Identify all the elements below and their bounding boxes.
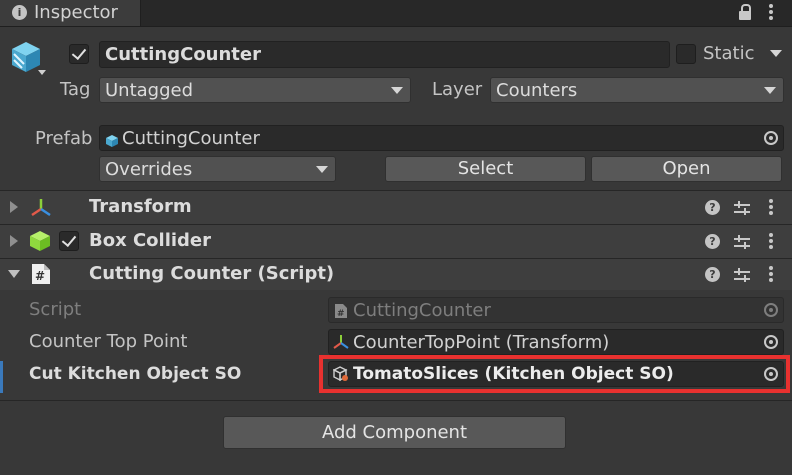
script-field-label: Script xyxy=(29,299,82,320)
script-icon: # xyxy=(31,263,51,285)
active-checkbox[interactable] xyxy=(69,44,89,64)
svg-text:#: # xyxy=(337,309,345,319)
tag-label: Tag xyxy=(60,79,91,100)
tab-menu-icon[interactable] xyxy=(769,3,773,21)
transform-icon xyxy=(333,334,349,350)
prefab-asset-icon xyxy=(105,132,119,147)
cut-kitchen-object-so-field[interactable]: TomatoSlices (Kitchen Object SO) xyxy=(328,361,784,387)
box-collider-icon xyxy=(29,230,51,252)
prefab-open-button[interactable]: Open xyxy=(591,156,782,182)
overrides-dropdown[interactable]: Overrides xyxy=(99,156,336,182)
box-collider-enabled-checkbox[interactable] xyxy=(59,231,79,251)
prefab-label: Prefab xyxy=(35,128,93,149)
fold-arrow-icon[interactable] xyxy=(10,235,18,247)
info-icon: i xyxy=(12,5,27,20)
static-label: Static xyxy=(703,43,755,64)
svg-text:#: # xyxy=(35,269,45,283)
overrides-label: Overrides xyxy=(105,159,193,180)
script-asset-icon: # xyxy=(334,303,348,319)
object-picker-icon xyxy=(764,303,778,317)
component-header-cutting-counter[interactable]: # Cutting Counter (Script) ? xyxy=(0,259,792,290)
lock-icon[interactable] xyxy=(738,4,752,20)
component-menu-icon[interactable] xyxy=(769,232,773,250)
gameobject-icon[interactable] xyxy=(10,40,46,76)
prefab-select-button[interactable]: Select xyxy=(385,156,586,182)
layer-dropdown[interactable]: Counters xyxy=(490,77,784,103)
tab-title: Inspector xyxy=(34,2,118,23)
tag-value: Untagged xyxy=(105,80,194,101)
layer-value: Counters xyxy=(496,80,578,101)
object-picker-icon[interactable] xyxy=(764,367,778,381)
component-header-box-collider[interactable]: Box Collider ? xyxy=(0,225,792,258)
script-field: # CuttingCounter xyxy=(328,297,784,323)
chevron-down-icon xyxy=(391,87,403,94)
prefab-value: CuttingCounter xyxy=(122,128,260,149)
counter-top-point-value: CounterTopPoint (Transform) xyxy=(353,332,610,353)
counter-top-point-field[interactable]: CounterTopPoint (Transform) xyxy=(328,329,784,355)
fold-arrow-icon[interactable] xyxy=(10,201,18,213)
tag-dropdown[interactable]: Untagged xyxy=(99,77,411,103)
component-title: Cutting Counter (Script) xyxy=(89,263,335,284)
inspector-tab[interactable]: i Inspector xyxy=(0,0,141,26)
counter-top-point-label: Counter Top Point xyxy=(29,331,188,352)
component-title: Transform xyxy=(89,196,192,217)
layer-label: Layer xyxy=(432,79,483,100)
open-label: Open xyxy=(662,158,711,179)
help-icon[interactable]: ? xyxy=(705,200,720,215)
prefab-field[interactable]: CuttingCounter xyxy=(99,125,784,151)
cut-kitchen-object-so-value: TomatoSlices (Kitchen Object SO) xyxy=(353,364,674,384)
script-field-value: CuttingCounter xyxy=(353,300,491,321)
presets-icon[interactable] xyxy=(734,201,750,215)
chevron-down-icon xyxy=(316,166,328,173)
chevron-down-icon xyxy=(764,87,776,94)
static-dropdown-icon[interactable] xyxy=(770,50,782,57)
component-header-transform[interactable]: Transform ? xyxy=(0,191,792,224)
select-label: Select xyxy=(457,158,514,179)
object-picker-icon[interactable] xyxy=(764,335,778,349)
cut-kitchen-object-so-label: Cut Kitchen Object SO xyxy=(29,364,242,384)
fold-arrow-icon[interactable] xyxy=(8,270,20,278)
add-component-label: Add Component xyxy=(321,422,468,443)
divider xyxy=(0,400,792,401)
object-name-value: CuttingCounter xyxy=(105,44,261,65)
object-name-field[interactable]: CuttingCounter xyxy=(99,41,670,68)
help-icon[interactable]: ? xyxy=(705,267,720,282)
component-menu-icon[interactable] xyxy=(769,265,773,283)
add-component-button[interactable]: Add Component xyxy=(223,416,566,449)
presets-icon[interactable] xyxy=(734,268,750,282)
scriptable-object-icon xyxy=(332,366,349,382)
component-menu-icon[interactable] xyxy=(769,198,773,216)
object-picker-icon[interactable] xyxy=(764,131,778,145)
modified-indicator xyxy=(0,361,3,393)
presets-icon[interactable] xyxy=(734,235,750,249)
static-checkbox[interactable] xyxy=(676,44,696,64)
tab-divider xyxy=(0,26,792,27)
component-title: Box Collider xyxy=(89,230,212,251)
transform-icon xyxy=(30,197,52,219)
help-icon[interactable]: ? xyxy=(705,234,720,249)
